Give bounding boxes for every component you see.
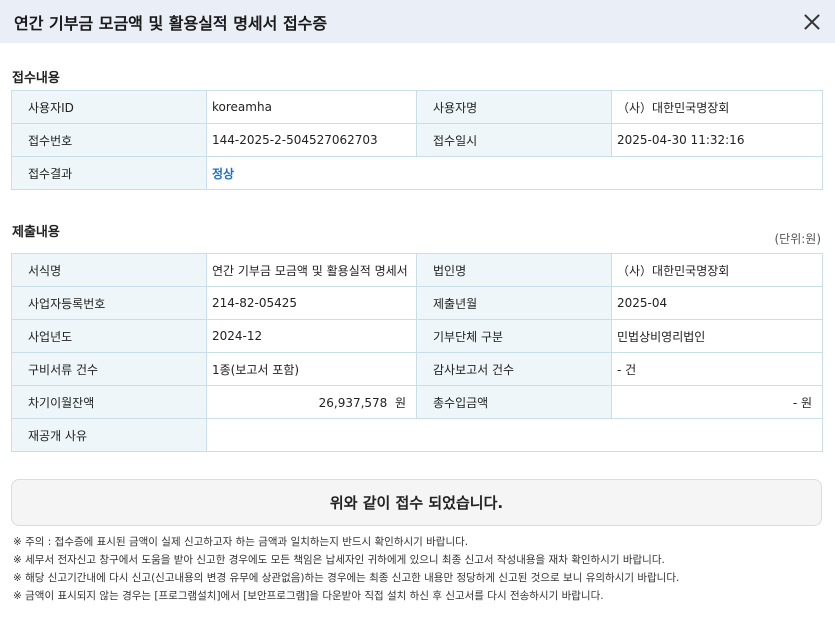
user-id-value: koreamha — [206, 90, 417, 124]
table-row: 사업년도 2024-12 기부단체 구분 민법상비영리법인 — [11, 319, 823, 353]
docs-count-value: 1종(보고서 포함) — [206, 352, 417, 386]
window-title: 연간 기부금 모금액 및 활용실적 명세서 접수증 — [14, 13, 328, 33]
user-id-label: 사용자ID — [11, 90, 207, 124]
table-row: 재공개 사유 — [11, 418, 823, 452]
title-bar: 연간 기부금 모금액 및 활용실적 명세서 접수증 — [0, 0, 835, 43]
form-name-value: 연간 기부금 모금액 및 활용실적 명세서 — [206, 253, 417, 287]
receipt-section-title: 접수내용 — [12, 71, 60, 86]
receipt-table: 사용자ID koreamha 사용자명 （사）대한민국명장회 접수번호 144-… — [11, 90, 823, 190]
unit-label: (단위:원) — [774, 232, 821, 246]
carryover-label: 차기이월잔액 — [11, 385, 207, 419]
biz-reg-no-label: 사업자등록번호 — [11, 286, 207, 320]
submission-section-title: 제출내용 — [12, 225, 60, 240]
submit-month-label: 제출년월 — [416, 286, 612, 320]
corp-name-value: （사）대한민국명장회 — [611, 253, 823, 287]
receipt-datetime-value: 2025-04-30 11:32:16 — [611, 123, 823, 157]
biz-year-label: 사업년도 — [11, 319, 207, 353]
table-row: 접수번호 144-2025-2-504527062703 접수일시 2025-0… — [11, 123, 823, 157]
table-row: 사업자등록번호 214-82-05425 제출년월 2025-04 — [11, 286, 823, 320]
total-income-value: - 원 — [611, 385, 823, 419]
user-name-value: （사）대한민국명장회 — [611, 90, 823, 124]
submission-table: 서식명 연간 기부금 모금액 및 활용실적 명세서 법인명 （사）대한민국명장회… — [11, 253, 823, 452]
receipt-datetime-label: 접수일시 — [416, 123, 612, 157]
form-name-label: 서식명 — [11, 253, 207, 287]
biz-reg-no-value: 214-82-05425 — [206, 286, 417, 320]
docs-count-label: 구비서류 건수 — [11, 352, 207, 386]
note-item: ※ 금액이 표시되지 않는 경우는 [프로그램설치]에서 [보안프로그램]을 다… — [13, 590, 604, 602]
confirm-message: 위와 같이 접수 되었습니다. — [11, 479, 822, 526]
donor-org-type-value: 민법상비영리법인 — [611, 319, 823, 353]
biz-year-value: 2024-12 — [206, 319, 417, 353]
note-item: ※ 해당 신고기간내에 다시 신고(신고내용의 변경 유무에 상관없음)하는 경… — [13, 572, 680, 584]
table-row: 사용자ID koreamha 사용자명 （사）대한민국명장회 — [11, 90, 823, 124]
receipt-result-value: 정상 — [206, 156, 823, 190]
submit-month-value: 2025-04 — [611, 286, 823, 320]
receipt-no-label: 접수번호 — [11, 123, 207, 157]
table-row: 서식명 연간 기부금 모금액 및 활용실적 명세서 법인명 （사）대한민국명장회 — [11, 253, 823, 287]
note-item: ※ 세무서 전자신고 창구에서 도움을 받아 신고한 경우에도 모든 책임은 납… — [13, 554, 665, 566]
republish-reason-label: 재공개 사유 — [11, 418, 207, 452]
receipt-no-value: 144-2025-2-504527062703 — [206, 123, 417, 157]
audit-report-value: - 건 — [611, 352, 823, 386]
audit-report-label: 감사보고서 건수 — [416, 352, 612, 386]
donor-org-type-label: 기부단체 구분 — [416, 319, 612, 353]
notes-list: ※ 주의 : 접수증에 표시된 금액이 실제 신고하고자 하는 금액과 일치하는… — [13, 533, 828, 605]
carryover-value: 26,937,578 원 — [206, 385, 417, 419]
table-row: 접수결과 정상 — [11, 156, 823, 190]
corp-name-label: 법인명 — [416, 253, 612, 287]
republish-reason-value — [206, 418, 823, 452]
note-item: ※ 주의 : 접수증에 표시된 금액이 실제 신고하고자 하는 금액과 일치하는… — [13, 536, 469, 548]
total-income-label: 총수입금액 — [416, 385, 612, 419]
close-icon[interactable] — [801, 11, 823, 33]
status-badge: 정상 — [212, 166, 235, 181]
table-row: 구비서류 건수 1종(보고서 포함) 감사보고서 건수 - 건 — [11, 352, 823, 386]
receipt-result-label: 접수결과 — [11, 156, 207, 190]
user-name-label: 사용자명 — [416, 90, 612, 124]
table-row: 차기이월잔액 26,937,578 원 총수입금액 - 원 — [11, 385, 823, 419]
